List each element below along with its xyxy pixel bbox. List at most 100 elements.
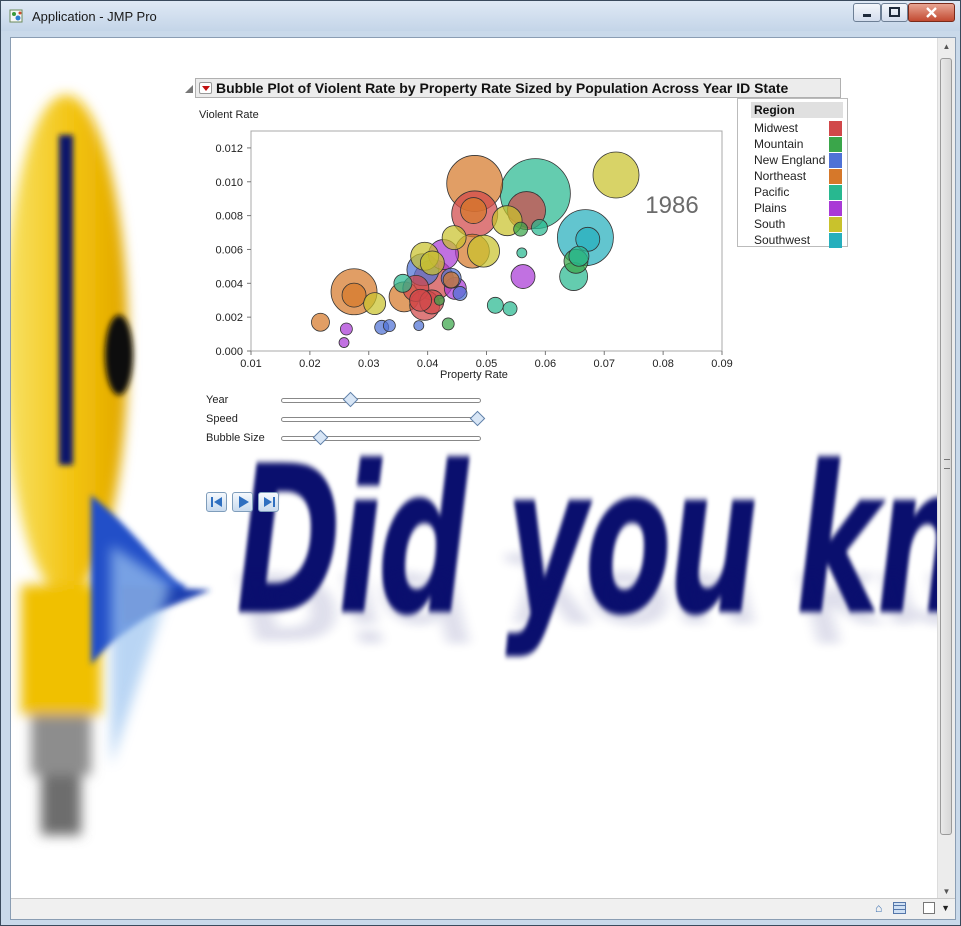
bubble-point[interactable] [442, 271, 460, 289]
bubble-point[interactable] [441, 317, 455, 331]
bubble-point[interactable] [516, 247, 528, 259]
bubble-point[interactable] [413, 320, 425, 332]
legend-item[interactable]: Midwest [754, 120, 844, 136]
legend-color-swatch [829, 217, 842, 232]
x-tick-label: 0.01 [240, 358, 261, 370]
legend-item[interactable]: Northeast [754, 168, 844, 184]
region-legend: Region Midwest Mountain New England Northea… [737, 98, 848, 248]
legend-item-label: Midwest [754, 121, 799, 135]
bubble-size-slider-label: Bubble Size [206, 432, 265, 444]
bubble-point[interactable] [568, 245, 590, 267]
bubble-point[interactable] [382, 319, 396, 333]
bubble-plot-chart[interactable]: 0.01 0.02 0.03 0.04 0.05 0.06 0.07 0.08 0.09 0.00… [185, 78, 745, 378]
year-slider-control: Year [206, 391, 506, 410]
application-window: Application - JMP Pro Did you kn Did you… [0, 0, 961, 926]
scroll-up-arrow-icon[interactable]: ▲ [938, 38, 955, 55]
bubble-point[interactable] [441, 225, 467, 251]
window-option-checkbox[interactable] [923, 902, 935, 914]
scrollbar-thumb[interactable] [940, 58, 952, 835]
vertical-scrollbar[interactable]: ▲ ▼ [937, 38, 955, 900]
bubble-point[interactable] [513, 221, 529, 237]
bubble-point[interactable] [409, 288, 432, 312]
legend-color-swatch [829, 121, 842, 136]
year-slider-track[interactable] [281, 398, 481, 403]
bubble-point[interactable] [531, 219, 548, 236]
bubble-point[interactable] [311, 312, 330, 332]
bubble-size-slider-track[interactable] [281, 436, 481, 441]
bubble-point[interactable] [502, 301, 518, 317]
legend-title: Region [751, 102, 843, 118]
bubble-point[interactable] [592, 151, 640, 199]
status-bar: ⌂ ▼ [11, 898, 955, 919]
bubble-point[interactable] [452, 286, 468, 301]
legend-item-label: Southwest [754, 233, 811, 247]
legend-item[interactable]: New England [754, 152, 844, 168]
step-forward-icon [264, 497, 275, 507]
step-back-icon [211, 497, 222, 507]
legend-color-swatch [829, 153, 842, 168]
x-tick-label: 0.09 [711, 358, 732, 370]
play-button[interactable] [232, 492, 253, 512]
legend-item[interactable]: Mountain [754, 136, 844, 152]
step-forward-button[interactable] [258, 492, 279, 512]
x-tick-label: 0.03 [358, 358, 379, 370]
speed-slider-thumb[interactable] [469, 410, 486, 427]
x-tick-label: 0.02 [299, 358, 320, 370]
year-slider-thumb[interactable] [342, 391, 358, 408]
bubble-point[interactable] [393, 273, 413, 293]
bubble-point[interactable] [510, 264, 536, 289]
legend-item-label: Northeast [754, 169, 807, 183]
legend-item[interactable]: Pacific [754, 184, 844, 200]
window-title: Application - JMP Pro [32, 9, 157, 24]
legend-item[interactable]: South [754, 216, 844, 232]
bubble-point[interactable] [338, 337, 350, 348]
bubble-size-slider-control: Bubble Size [206, 429, 506, 448]
x-tick-label: 0.05 [476, 358, 497, 370]
bubble-point[interactable] [363, 292, 387, 316]
bubble-point[interactable] [339, 322, 353, 336]
legend-item-label: New England [754, 153, 826, 167]
bubble-point[interactable] [419, 250, 445, 276]
y-tick-label: 0.000 [215, 346, 243, 358]
report-window-client: Did you know... Did you know... Bubble P… [10, 37, 956, 920]
close-icon [926, 7, 937, 18]
legend-color-swatch [829, 169, 842, 184]
minimize-icon [863, 14, 871, 17]
bubble-point[interactable] [341, 282, 367, 308]
speed-slider-control: Speed [206, 410, 506, 429]
legend-color-swatch [829, 233, 842, 248]
year-slider-label: Year [206, 394, 229, 406]
legend-item[interactable]: Southwest [754, 232, 844, 248]
x-tick-label: 0.04 [417, 358, 438, 370]
legend-item-label: Mountain [754, 137, 804, 151]
bubble-point[interactable] [433, 294, 445, 306]
maximize-button[interactable] [881, 3, 908, 22]
step-back-button[interactable] [206, 492, 227, 512]
legend-item[interactable]: Plains [754, 200, 844, 216]
bubble-point[interactable] [460, 197, 487, 224]
dropdown-caret-icon[interactable]: ▼ [941, 903, 950, 913]
x-tick-label: 0.06 [535, 358, 556, 370]
scroll-grip-icon [944, 459, 950, 469]
home-icon[interactable]: ⌂ [875, 902, 889, 915]
bubble-point[interactable] [486, 296, 504, 314]
window-list-icon[interactable] [893, 902, 906, 914]
y-tick-label: 0.008 [215, 211, 243, 223]
y-tick-label: 0.010 [215, 177, 243, 189]
legend-item-label: South [754, 217, 786, 231]
bubble-size-slider-thumb[interactable] [312, 429, 329, 446]
legend-color-swatch [829, 185, 842, 200]
legend-color-swatch [829, 137, 842, 152]
speed-slider-label: Speed [206, 413, 238, 425]
title-bar[interactable]: Application - JMP Pro [1, 1, 960, 31]
minimize-button[interactable] [853, 3, 881, 22]
bubble-plot-report: Bubble Plot of Violent Rate by Property … [185, 78, 850, 512]
x-tick-label: 0.08 [652, 358, 673, 370]
bubble-point[interactable] [467, 234, 500, 268]
play-icon [239, 496, 249, 508]
close-button[interactable] [908, 3, 955, 22]
speed-slider-track[interactable] [281, 417, 481, 422]
legend-item-label: Pacific [754, 185, 790, 199]
jmp-app-icon [9, 9, 23, 23]
y-tick-label: 0.004 [215, 278, 243, 290]
